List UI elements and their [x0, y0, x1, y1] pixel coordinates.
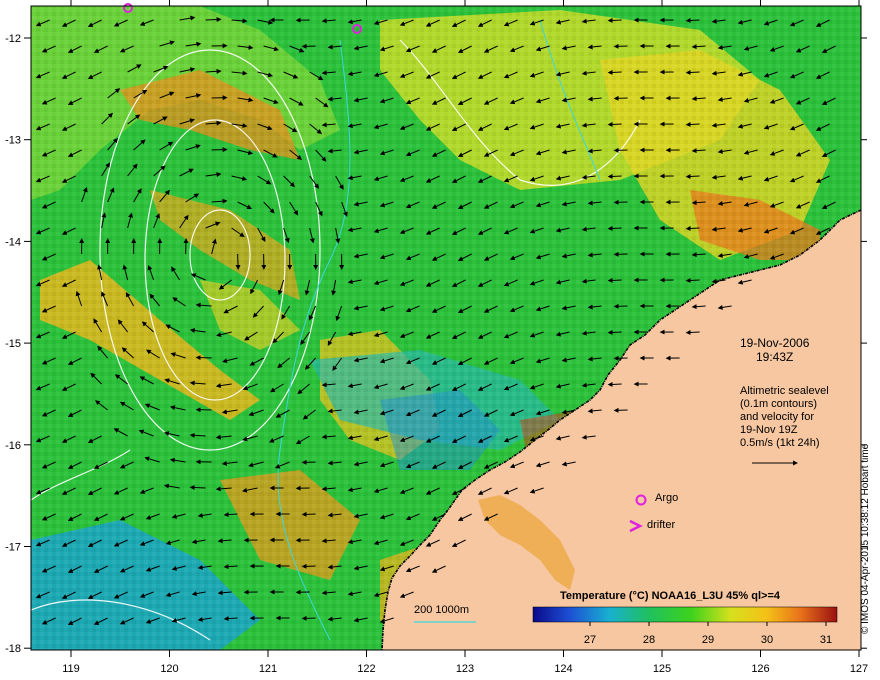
velocity-arrow	[685, 173, 700, 179]
velocity-arrow	[607, 69, 622, 75]
y-tick-label: -15	[5, 338, 21, 350]
altimetry-line: (0.1m contours)	[740, 398, 818, 410]
velocity-arrow	[607, 121, 622, 127]
velocity-arrow	[607, 277, 622, 283]
y-tick-label: -13	[5, 135, 21, 147]
x-tick-label: 120	[160, 663, 178, 675]
credit-text: © IMOS 04-Apr-2015 10:38:12 Hobart time	[860, 443, 871, 634]
velocity-arrow	[195, 355, 212, 361]
drifter-label: drifter	[647, 519, 676, 531]
velocity-arrow	[607, 173, 622, 179]
altimetry-line: Altimetric sealevel	[740, 385, 829, 397]
x-tick-label: 127	[850, 663, 868, 675]
velocity-arrow	[211, 147, 228, 153]
velocity-arrow	[685, 225, 700, 231]
velocity-arrow	[685, 69, 700, 75]
date-block: 19-Nov-2006 19:43Z	[740, 336, 809, 364]
velocity-arrow	[685, 277, 700, 283]
velocity-arrow	[607, 381, 622, 387]
velocity-arrow	[607, 329, 622, 335]
colorbar-tick-label: 28	[643, 634, 655, 646]
x-tick-label: 123	[456, 663, 474, 675]
y-tick-label: -14	[5, 236, 21, 248]
y-tick-label: -16	[5, 440, 21, 452]
depth-scale-label: 200 1000m	[414, 604, 470, 616]
time-label: 19:43Z	[756, 350, 794, 364]
y-tick-label: -18	[5, 643, 21, 655]
date-label: 19-Nov-2006	[740, 336, 810, 350]
x-tick-label: 121	[259, 663, 277, 675]
colorbar-tick-label: 31	[820, 634, 832, 646]
colorbar	[532, 606, 838, 623]
altimetry-line: 0.5m/s (1kt 24h)	[740, 437, 820, 449]
colorbar-tick-label: 27	[584, 634, 596, 646]
velocity-arrow	[685, 121, 700, 127]
y-tick-label: -12	[5, 33, 21, 45]
velocity-arrow	[685, 17, 700, 23]
altimetry-line: and velocity for	[740, 411, 814, 423]
legend-title: Temperature (°C) NOAA16_L3U 45% ql>=4	[560, 590, 780, 602]
y-tick-label: -17	[5, 542, 21, 554]
x-tick-label: 119	[62, 663, 80, 675]
argo-label: Argo	[655, 492, 679, 504]
velocity-arrow	[189, 484, 206, 490]
x-tick-label: 124	[554, 663, 572, 675]
velocity-arrow	[205, 17, 222, 22]
x-tick-label: 125	[653, 663, 671, 675]
velocity-arrow	[235, 253, 241, 270]
x-tick-label: 126	[751, 663, 769, 675]
velocity-arrow	[607, 225, 622, 231]
altimetry-line: 19-Nov 19Z	[740, 424, 798, 436]
altimetry-info: Altimetric sealevel (0.1m contours) and …	[740, 385, 829, 450]
velocity-arrow	[607, 17, 622, 23]
velocity-arrow	[685, 329, 700, 335]
colorbar-tick-label: 30	[761, 634, 773, 646]
x-tick-label: 122	[357, 663, 375, 675]
colorbar-tick-label: 29	[702, 634, 714, 646]
